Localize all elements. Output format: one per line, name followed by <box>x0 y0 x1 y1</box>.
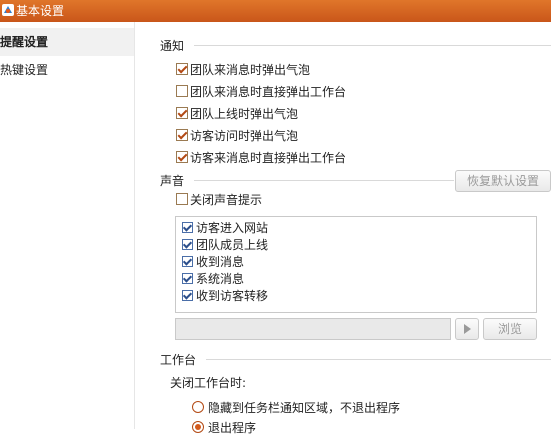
sound-events-list[interactable]: 访客进入网站 团队成员上线 收到消息 系统消息 收到访客转移 <box>175 216 537 313</box>
radio-button[interactable] <box>192 401 204 413</box>
notify-option-label: 访客来消息时直接弹出工作台 <box>190 151 347 165</box>
notify-option-label: 团队来消息时弹出气泡 <box>190 63 311 77</box>
sidebar-item-reminder[interactable]: 提醒设置 <box>0 28 134 56</box>
sidebar: 提醒设置 热键设置 <box>0 22 135 429</box>
list-item[interactable]: 收到访客转移 <box>176 288 536 305</box>
divider <box>194 180 454 181</box>
checkbox[interactable] <box>182 256 193 267</box>
settings-panel: 通知 团队来消息时弹出气泡 团队来消息时直接弹出工作台 团队上线时弹出气泡 访客… <box>134 22 551 435</box>
checkbox[interactable] <box>176 85 188 97</box>
list-item-label: 收到访客转移 <box>196 289 269 303</box>
checkbox[interactable] <box>176 193 188 205</box>
list-item[interactable]: 团队成员上线 <box>176 237 536 254</box>
list-item-label: 访客进入网站 <box>196 221 269 235</box>
notify-option-0[interactable]: 团队来消息时弹出气泡 <box>176 62 310 78</box>
checkbox[interactable] <box>182 273 193 284</box>
notify-option-label: 团队上线时弹出气泡 <box>190 107 299 121</box>
workbench-option-exit[interactable]: 退出程序 <box>192 420 256 436</box>
workbench-option-label: 隐藏到任务栏通知区域，不退出程序 <box>208 401 401 415</box>
checkbox[interactable] <box>176 107 188 119</box>
app-logo-icon <box>2 4 14 16</box>
sidebar-item-hotkey[interactable]: 热键设置 <box>0 56 134 84</box>
workbench-option-hide[interactable]: 隐藏到任务栏通知区域，不退出程序 <box>192 400 400 416</box>
list-item-label: 团队成员上线 <box>196 238 269 252</box>
browse-button[interactable]: 浏览 <box>483 318 537 340</box>
title-bar: 基本设置 <box>0 0 551 22</box>
list-item[interactable]: 访客进入网站 <box>176 220 536 237</box>
divider <box>206 359 551 360</box>
close-workbench-label: 关闭工作台时: <box>170 376 247 390</box>
window-title: 基本设置 <box>16 4 65 18</box>
play-sound-button[interactable] <box>455 318 479 340</box>
section-title-notify: 通知 <box>160 39 185 53</box>
notify-option-3[interactable]: 访客访问时弹出气泡 <box>176 128 298 144</box>
divider <box>194 45 551 46</box>
notify-option-label: 访客访问时弹出气泡 <box>190 129 299 143</box>
notify-option-4[interactable]: 访客来消息时直接弹出工作台 <box>176 150 346 166</box>
mute-sound-label: 关闭声音提示 <box>190 193 263 207</box>
section-title-sound: 声音 <box>160 174 185 188</box>
checkbox[interactable] <box>176 63 188 75</box>
checkbox[interactable] <box>176 129 188 141</box>
list-item-label: 系统消息 <box>196 272 245 286</box>
section-title-workbench: 工作台 <box>160 353 197 367</box>
checkbox[interactable] <box>182 239 193 250</box>
mute-sound-option[interactable]: 关闭声音提示 <box>176 192 262 208</box>
list-item-label: 收到消息 <box>196 255 245 269</box>
checkbox[interactable] <box>176 151 188 163</box>
notify-option-2[interactable]: 团队上线时弹出气泡 <box>176 106 298 122</box>
notify-option-label: 团队来消息时直接弹出工作台 <box>190 85 347 99</box>
workbench-option-label: 退出程序 <box>208 421 257 435</box>
notify-option-1[interactable]: 团队来消息时直接弹出工作台 <box>176 84 346 100</box>
radio-button[interactable] <box>192 421 204 433</box>
checkbox[interactable] <box>182 222 193 233</box>
play-icon <box>464 324 471 334</box>
list-item[interactable]: 收到消息 <box>176 254 536 271</box>
restore-defaults-button[interactable]: 恢复默认设置 <box>455 170 551 192</box>
checkbox[interactable] <box>182 290 193 301</box>
sound-file-path-input[interactable] <box>175 318 451 340</box>
list-item[interactable]: 系统消息 <box>176 271 536 288</box>
